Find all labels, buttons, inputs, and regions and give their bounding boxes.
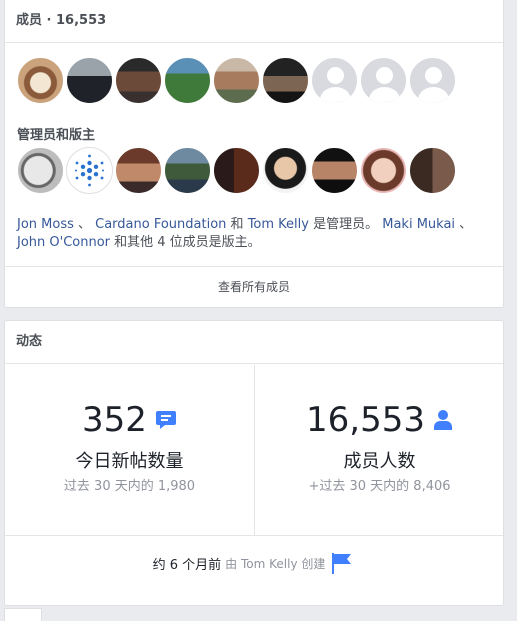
member-avatar[interactable] <box>213 57 260 104</box>
member-avatar[interactable] <box>17 57 64 104</box>
posts-count-row: 352 <box>5 400 254 440</box>
admin-link-jon-moss[interactable]: Jon Moss <box>17 217 74 232</box>
cardano-icon <box>75 154 104 187</box>
member-avatar-placeholder[interactable] <box>409 57 456 104</box>
member-avatar[interactable] <box>66 57 113 104</box>
see-all-members-link[interactable]: 查看所有成员 <box>5 266 503 308</box>
members-sub: +过去 30 天内的 8,406 <box>308 479 451 494</box>
roles-description: Jon Moss 、 Cardano Foundation 和 Tom Kell… <box>17 216 497 252</box>
members-header[interactable]: 成员 · 16,553 <box>5 0 503 43</box>
next-card-edge <box>4 608 42 621</box>
admin-avatar[interactable] <box>409 147 456 194</box>
admin-avatar[interactable] <box>17 147 64 194</box>
admin-avatar[interactable] <box>213 147 260 194</box>
admin-avatar[interactable] <box>360 147 407 194</box>
posts-sub: 过去 30 天内的 1,980 <box>63 479 196 494</box>
admin-avatar[interactable] <box>164 147 211 194</box>
member-avatar[interactable] <box>115 57 162 104</box>
chat-bubble-icon <box>155 411 176 429</box>
moderators-suffix-text: 和其他 4 位成员是版主。 <box>110 235 261 250</box>
moderator-link-john-oconnor[interactable]: John O'Connor <box>17 235 110 250</box>
person-icon <box>433 410 452 430</box>
members-count: 16,553 <box>306 400 425 440</box>
moderator-link-maki-mukai[interactable]: Maki Mukai <box>382 217 455 232</box>
admin-avatar[interactable] <box>262 147 309 194</box>
group-created-info: 约 6 个月前 由 Tom Kelly 创建 <box>5 551 503 575</box>
activity-stats: 352 今日新帖数量 过去 30 天内的 1,980 16,553 成员人数 +… <box>5 365 503 536</box>
separator-text: 、 <box>73 217 96 232</box>
admin-avatar[interactable] <box>115 147 162 194</box>
posts-label: 今日新帖数量 <box>75 451 184 472</box>
member-avatar[interactable] <box>164 57 211 104</box>
created-by: 由 Tom Kelly 创建 <box>225 556 326 571</box>
cardano-logo-avatar[interactable] <box>66 147 113 194</box>
separator-text: 、 <box>455 217 473 232</box>
posts-count: 352 <box>82 400 147 440</box>
activity-card: 动态 352 今日新帖数量 过去 30 天内的 1,980 16,553 成员人… <box>4 320 504 606</box>
admins-section-label: 管理员和版主 <box>17 128 96 143</box>
admins-suffix-text: 是管理员。 <box>308 217 383 232</box>
conjunction-text: 和 <box>226 217 248 232</box>
member-avatar-placeholder[interactable] <box>311 57 358 104</box>
members-card: 成员 · 16,553 管理员和版主 Jon Moss 、 Cardano Fo… <box>4 0 504 308</box>
posts-stat: 352 今日新帖数量 过去 30 天内的 1,980 <box>5 365 255 535</box>
members-count-row: 16,553 <box>255 400 504 440</box>
members-stat: 16,553 成员人数 +过去 30 天内的 8,406 <box>255 365 504 535</box>
member-avatar-row <box>17 57 456 104</box>
flag-icon <box>332 553 352 574</box>
admin-link-cardano-foundation[interactable]: Cardano Foundation <box>95 217 226 232</box>
member-avatar[interactable] <box>262 57 309 104</box>
admin-avatar[interactable] <box>311 147 358 194</box>
member-avatar-placeholder[interactable] <box>360 57 407 104</box>
created-time[interactable]: 约 6 个月前 <box>153 554 222 573</box>
admin-link-tom-kelly[interactable]: Tom Kelly <box>248 217 309 232</box>
members-label: 成员人数 <box>343 451 416 472</box>
admin-avatar-row <box>17 147 456 194</box>
activity-header: 动态 <box>5 321 503 364</box>
